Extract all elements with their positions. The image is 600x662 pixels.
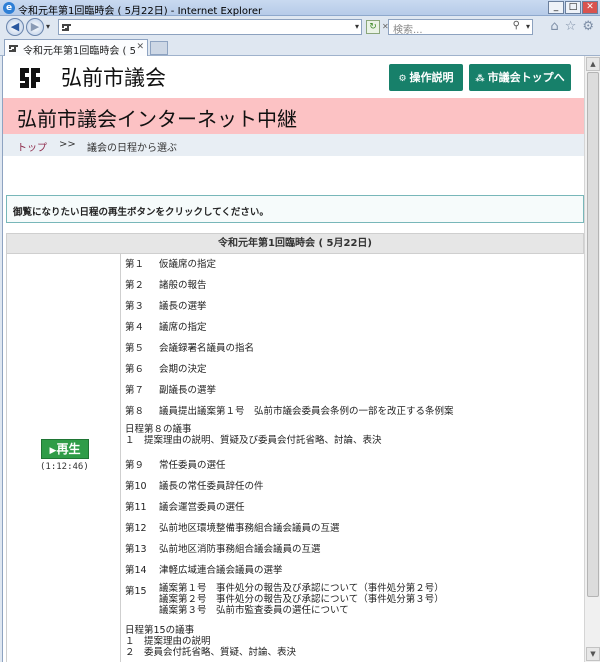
agenda-item: 日程第８の議事 １ 提案理由の説明、質疑及び委員会付託省略、討論、表決 [125,424,382,446]
tab-close-icon[interactable]: ✕ [136,42,144,52]
agenda-item: 第15 議案第１号 事件処分の報告及び承認について（事件処分第２号） 議案第２号 … [125,583,444,616]
breadcrumb-top-link[interactable]: トップ [17,139,47,154]
back-button[interactable]: ◀ [6,18,24,36]
vertical-scrollbar[interactable]: ▲ ▼ [584,56,600,662]
forward-button[interactable]: ▶ [26,18,44,36]
agenda-item: 第８ 議員提出議案第１号 弘前市議会委員会条例の一部を改正する条例案 [125,406,454,417]
hirosaki-logo-icon [20,68,40,88]
window-title: 令和元年第1回臨時会 ( 5月22日) - Internet Explorer [18,6,263,17]
search-placeholder: 検索... [393,25,423,36]
address-dropdown-icon[interactable]: ▾ [352,20,362,34]
breadcrumb-separator: >> [59,139,76,150]
agenda-item: 第13 弘前地区消防事務組合議会議員の互選 [125,544,321,555]
maximize-button[interactable]: □ [565,1,581,14]
meeting-title: 令和元年第1回臨時会 ( 5月22日) [6,233,584,254]
breadcrumb-current: 議会の日程から選ぶ [87,143,177,154]
gear-icon: ⚙ [398,74,407,84]
tab-label: 令和元年第1回臨時会 ( 5月... [23,46,135,57]
site-favicon-icon [61,22,72,33]
agenda-item: 第４ 議席の指定 [125,322,207,333]
video-duration: (1:12:46) [40,462,89,472]
agenda-item: 第３ 議長の選挙 [125,301,207,312]
agenda-item: 第12 弘前地区環境整備事務組合議会議員の互選 [125,523,340,534]
help-button[interactable]: ⚙ 操作説明 [389,64,463,91]
agenda-list: 第１ 仮議席の指定 第２ 諸般の報告 第３ 議長の選挙 第４ 議席の指定 第５ 会議録署名… [122,254,584,662]
minimize-button[interactable]: _ [548,1,564,14]
agenda-item: 第14 津軽広域連合議会議員の選挙 [125,565,283,576]
agenda-item: 第１ 仮議席の指定 [125,259,217,270]
council-top-button[interactable]: ⁂ 市議会トップへ [469,64,571,91]
sitemap-icon: ⁂ [475,74,485,84]
scroll-down-icon[interactable]: ▼ [586,647,600,661]
navigation-bar: ◀ ▶ ▾ ▾ ↻ ✕ 検索... ⚲ ▾ ⌂ ☆ ⚙ [0,16,600,38]
refresh-icon[interactable]: ↻ [366,20,380,34]
site-header: 弘前市議会 ⚙ 操作説明 ⁂ 市議会トップへ [3,56,584,98]
search-icon[interactable]: ⚲ [513,20,520,31]
page-title: 弘前市議会インターネット中継 [17,107,297,131]
agenda-item: 日程第15の議事 １ 提案理由の説明 ２ 委員会付託省略、質疑、討論、表決 [125,625,297,658]
window-title-bar: e 令和元年第1回臨時会 ( 5月22日) - Internet Explore… [0,0,600,17]
breadcrumb: トップ >> 議会の日程から選ぶ [3,134,584,156]
agenda-item: 第10 議長の常任委員辞任の件 [125,481,264,492]
site-name[interactable]: 弘前市議会 [61,62,166,92]
play-button-label: 再生 [56,442,81,456]
page-heading-bar: 弘前市議会インターネット中継 [3,98,584,134]
tab-bar: 令和元年第1回臨時会 ( 5月... ✕ [0,38,600,57]
scroll-up-icon[interactable]: ▲ [586,57,600,71]
page-viewport: 弘前市議会 ⚙ 操作説明 ⁂ 市議会トップへ 弘前市議会インターネット中継 トップ … [2,56,584,662]
council-top-button-label: 市議会トップへ [487,71,565,84]
agenda-item: 第６ 会期の決定 [125,364,207,375]
search-dropdown-icon[interactable]: ▾ [526,22,530,31]
scrollbar-thumb[interactable] [587,72,599,597]
new-tab-button[interactable] [150,41,168,55]
close-window-button[interactable]: ✕ [582,1,598,14]
agenda-item: 第７ 副議長の選挙 [125,385,217,396]
search-box[interactable]: 検索... ⚲ ▾ [388,19,533,36]
home-icon[interactable]: ⌂ [550,19,558,34]
settings-gear-icon[interactable]: ⚙ [582,19,594,34]
address-field[interactable] [58,19,362,35]
help-button-label: 操作説明 [409,71,454,84]
tab-favicon-icon [9,45,18,52]
instruction-notice: 御覧になりたい日程の再生ボタンをクリックしてください。 [6,195,584,223]
agenda-item: 第９ 常任委員の選任 [125,460,226,471]
instruction-text: 御覧になりたい日程の再生ボタンをクリックしてください。 [13,207,269,218]
playback-column: ▶再生 (1:12:46) [6,254,121,662]
internet-explorer-icon: e [3,2,15,14]
play-button[interactable]: ▶再生 [41,439,89,459]
favorites-star-icon[interactable]: ☆ [565,19,577,34]
agenda-item: 第２ 諸般の報告 [125,280,207,291]
tab-current[interactable]: 令和元年第1回臨時会 ( 5月... ✕ [4,39,148,57]
agenda-item: 第11 議会運営委員の選任 [125,502,245,513]
agenda-item: 第５ 会議録署名議員の指名 [125,343,255,354]
history-dropdown-icon[interactable]: ▾ [46,22,50,31]
